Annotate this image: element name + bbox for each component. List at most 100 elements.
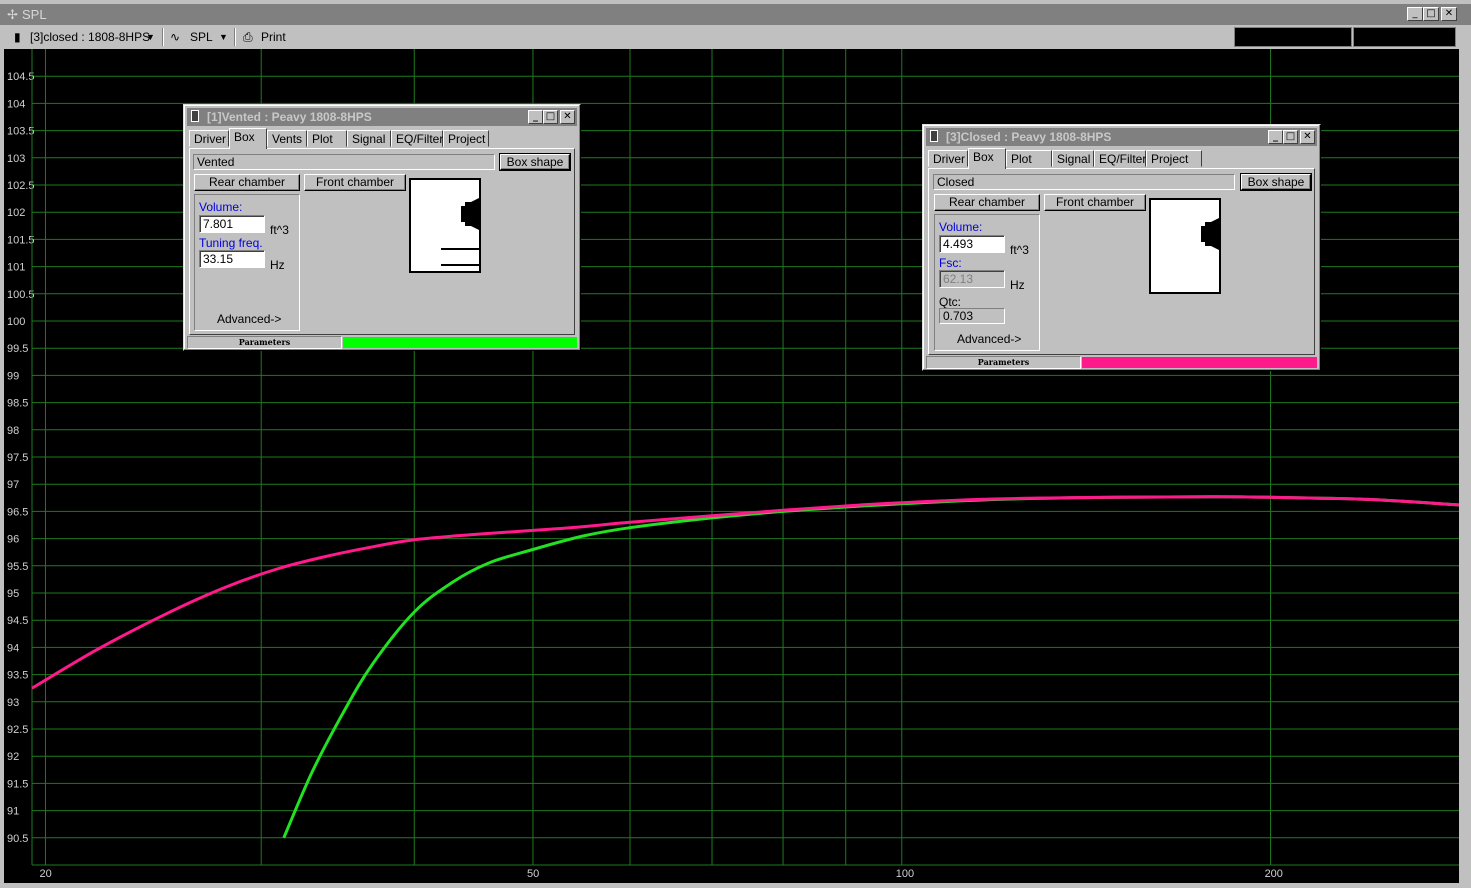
tab-box[interactable]: Box — [968, 148, 1006, 169]
box-shape-button[interactable]: Box shape — [499, 153, 571, 171]
panel-controls: _ □ ✕ — [528, 110, 575, 124]
closed-statusbar: Parameters — [926, 356, 1317, 369]
vented-panel-titlebar: [1]Vented : Peavy 1808-8HPS _ □ ✕ — [187, 108, 577, 126]
minimize-button[interactable]: _ — [528, 110, 543, 124]
close-button[interactable]: ✕ — [560, 110, 575, 124]
speaker-icon — [191, 110, 199, 122]
fsc-unit: Hz — [1010, 278, 1025, 292]
maximize-button[interactable]: □ — [1283, 130, 1298, 144]
y-tick-label: 94 — [7, 642, 19, 654]
y-tick-label: 98 — [7, 425, 19, 437]
tab-project[interactable]: Project — [1146, 150, 1202, 167]
box-shape-button[interactable]: Box shape — [1240, 173, 1312, 191]
tab-signal[interactable]: Signal — [347, 130, 391, 147]
y-tick-label: 101 — [7, 262, 25, 274]
x-tick-label: 50 — [527, 868, 539, 880]
y-tick-label: 99 — [7, 370, 19, 382]
y-tick-label: 102.5 — [7, 180, 35, 192]
close-button[interactable]: ✕ — [1441, 7, 1457, 21]
window-controls: _ □ ✕ — [1407, 7, 1457, 21]
y-tick-label: 94.5 — [7, 615, 28, 627]
tab-plot[interactable]: Plot — [1006, 150, 1052, 167]
y-tick-label: 92.5 — [7, 724, 28, 736]
tab-project[interactable]: Project — [443, 130, 489, 147]
y-tick-label: 102 — [7, 207, 25, 219]
y-tick-label: 91 — [7, 806, 19, 818]
maximize-button[interactable]: □ — [543, 110, 558, 124]
tab-plot[interactable]: Plot — [307, 130, 347, 147]
closed-tabs: Driver Box Plot Signal EQ/Filter Project — [928, 148, 1315, 169]
qtc-label: Qtc: — [939, 295, 962, 309]
y-tick-label: 91.5 — [7, 778, 28, 790]
closed-panel: [3]Closed : Peavy 1808-8HPS _ □ ✕ Driver… — [922, 124, 1321, 371]
window-title: SPL — [22, 7, 47, 22]
volume-input[interactable]: 4.493 — [939, 235, 1005, 253]
readout-box-1 — [1234, 27, 1352, 47]
tuning-freq-input[interactable]: 33.15 — [199, 250, 265, 268]
volume-label: Volume: — [939, 220, 983, 234]
tab-box[interactable]: Box — [229, 128, 267, 149]
minimize-button[interactable]: _ — [1268, 130, 1283, 144]
speaker-icon — [930, 130, 938, 142]
closed-panel-titlebar: [3]Closed : Peavy 1808-8HPS _ □ ✕ — [926, 128, 1317, 146]
box-type-field: Closed — [933, 174, 1235, 190]
main-titlebar: ✢ SPL _ □ ✕ — [0, 4, 1471, 25]
y-tick-label: 95 — [7, 588, 19, 600]
y-tick-label: 95.5 — [7, 561, 28, 573]
spl-curve-vented — [282, 495, 1459, 839]
printer-icon: ⎙ — [243, 30, 253, 44]
maximize-button[interactable]: □ — [1423, 7, 1439, 21]
crosshair-icon: ✢ — [7, 7, 18, 22]
y-tick-label: 97.5 — [7, 452, 28, 464]
front-chamber-button[interactable]: Front chamber — [1044, 194, 1146, 211]
close-button[interactable]: ✕ — [1300, 130, 1315, 144]
project-select[interactable]: [3]closed : 1808-8HPS — [30, 30, 150, 44]
status-color-bar — [1082, 357, 1317, 368]
x-tick-label: 100 — [896, 868, 914, 880]
tuning-freq-label: Tuning freq. — [199, 236, 263, 250]
tab-eq-filter[interactable]: EQ/Filter — [1094, 150, 1146, 167]
tab-vents[interactable]: Vents — [267, 130, 307, 147]
toolbar-separator — [234, 28, 236, 46]
advanced-button[interactable]: Advanced-> — [217, 312, 281, 326]
plot-select[interactable]: SPL — [190, 30, 213, 44]
x-tick-label: 200 — [1265, 868, 1283, 880]
advanced-button[interactable]: Advanced-> — [957, 332, 1021, 346]
print-button[interactable]: Print — [261, 30, 286, 44]
tab-eq-filter[interactable]: EQ/Filter — [391, 130, 443, 147]
y-tick-label: 98.5 — [7, 398, 28, 410]
tab-driver[interactable]: Driver — [189, 130, 229, 147]
chevron-down-icon[interactable]: ▼ — [219, 32, 228, 42]
status-label: Parameters — [926, 356, 1081, 369]
vented-panel: [1]Vented : Peavy 1808-8HPS _ □ ✕ Driver… — [183, 104, 581, 351]
y-tick-label: 99.5 — [7, 343, 28, 355]
y-tick-label: 101.5 — [7, 234, 35, 246]
fsc-input[interactable]: 62.13 — [939, 270, 1005, 288]
speaker-icon: ▮ — [14, 30, 21, 44]
vented-statusbar: Parameters — [187, 336, 577, 349]
closed-box-diagram — [1201, 218, 1219, 250]
box-type-field: Vented — [193, 154, 495, 170]
tab-signal[interactable]: Signal — [1052, 150, 1094, 167]
volume-unit: ft^3 — [1010, 243, 1029, 257]
box-preview — [409, 178, 481, 273]
toolbar: ▮ [3]closed : 1808-8HPS ▼ ∿ SPL ▼ ⎙ Prin… — [0, 25, 1471, 49]
minimize-button[interactable]: _ — [1407, 7, 1423, 21]
volume-input[interactable]: 7.801 — [199, 215, 265, 233]
tab-driver[interactable]: Driver — [928, 150, 968, 167]
x-tick-label: 20 — [39, 868, 51, 880]
vented-tabs: Driver Box Vents Plot Signal EQ/Filter Project — [189, 128, 575, 149]
y-tick-label: 104 — [7, 98, 25, 110]
rear-chamber-button[interactable]: Rear chamber — [194, 174, 300, 191]
qtc-value: 0.703 — [939, 308, 1005, 324]
closed-panel-title: [3]Closed : Peavy 1808-8HPS — [946, 130, 1112, 144]
status-label: Parameters — [187, 336, 342, 349]
spl-curve-closed — [31, 495, 1459, 690]
y-tick-label: 97 — [7, 479, 19, 491]
chevron-down-icon[interactable]: ▼ — [146, 32, 155, 42]
y-tick-label: 103.5 — [7, 126, 35, 138]
rear-chamber-button[interactable]: Rear chamber — [934, 194, 1040, 211]
y-tick-label: 100.5 — [7, 289, 35, 301]
front-chamber-button[interactable]: Front chamber — [304, 174, 406, 191]
y-tick-label: 92 — [7, 751, 19, 763]
